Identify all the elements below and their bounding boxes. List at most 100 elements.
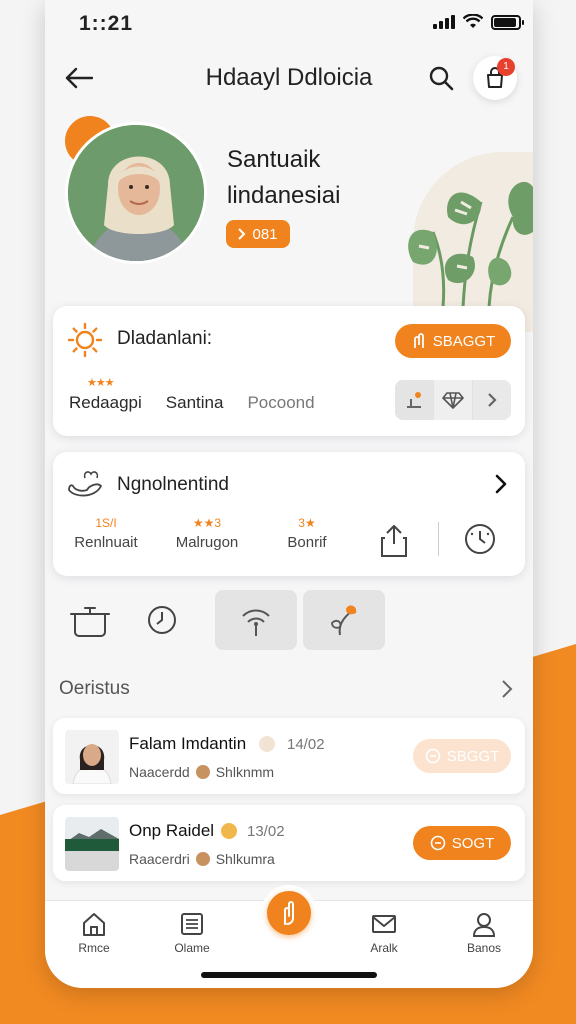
list-item-date: 14/02 [287, 736, 325, 753]
cupped-hands-icon [68, 471, 103, 497]
person-photo-icon [65, 730, 119, 784]
weather-card: Dladanlani: SBAGGT ★★★ Redaagpi Santina … [53, 306, 525, 436]
weather-stat-2: Santina [165, 393, 224, 412]
list-icon [181, 913, 203, 935]
list-item-meta-1: Naacerdd [129, 764, 190, 780]
list-item-action-label: SOGT [451, 834, 495, 852]
list-item-meta-2: Shlknmm [215, 764, 275, 780]
home-icon [83, 913, 105, 936]
activity-card[interactable]: Ngnolnentind 1S/I Renlnuait ★★3 Malrugon… [53, 452, 525, 576]
avatar[interactable] [65, 122, 207, 264]
hand-icon [284, 901, 294, 925]
weather-segment-control [395, 380, 511, 420]
tab-list[interactable]: Olame [157, 911, 227, 955]
segment-diamond[interactable] [434, 380, 473, 420]
list-item-thumbnail [65, 730, 119, 784]
coin-icon [195, 852, 210, 866]
chat-icon [425, 748, 441, 764]
list-item-date: 13/02 [247, 823, 285, 840]
tool-plant[interactable] [303, 590, 385, 650]
list-item-title: Falam Imdantin [129, 734, 247, 753]
timer-icon[interactable] [463, 522, 497, 556]
weather-stats: Redaagpi Santina Pocoond [69, 393, 315, 413]
list-item[interactable]: Onp Raidel 13/02 Raacerdri Shlkumra SOGT [53, 805, 525, 881]
page-title: Hdaayl Ddloicia [205, 64, 373, 91]
bottom-tab-bar: Rmce Olame Aralk Banos [45, 885, 533, 988]
activity-stat-2-label: Malrugon [175, 534, 239, 551]
activity-stat-3: 3★ Bonrif [279, 516, 335, 551]
chevron-right-icon [488, 393, 497, 407]
profile-photo-icon [68, 125, 204, 261]
center-action-button[interactable] [267, 891, 311, 935]
user-icon [472, 913, 496, 937]
chevron-right-icon [502, 680, 513, 698]
tool-clock[interactable] [121, 590, 203, 650]
divider [438, 522, 439, 556]
chevron-right-icon[interactable] [489, 472, 513, 496]
diamond-icon [442, 392, 464, 409]
activity-card-title: Ngnolnentind [117, 474, 229, 495]
status-dot [259, 736, 275, 752]
activity-stat-3-label: Bonrif [287, 534, 327, 551]
tab-home[interactable]: Rmce [59, 911, 129, 955]
monstera-plant-icon [408, 181, 533, 307]
signal-icon [433, 15, 455, 29]
wifi-icon [463, 14, 483, 28]
list-item[interactable]: Falam Imdantin 14/02 Naacerdd Shlknmm SB… [53, 718, 525, 794]
share-icon[interactable] [379, 524, 409, 558]
tab-mail[interactable]: Aralk [349, 911, 419, 955]
status-bar: 1::21 [45, 0, 533, 48]
segment-next[interactable] [473, 380, 511, 420]
search-button[interactable] [425, 62, 457, 94]
bag-button[interactable]: 1 [473, 56, 517, 100]
location-pin-icon [407, 392, 421, 408]
weather-action-button[interactable]: SBAGGT [395, 324, 511, 358]
tab-home-label: Rmce [78, 941, 110, 955]
list-item-meta: Raacerdri Shlkumra [129, 851, 275, 867]
tab-profile-label: Banos [466, 941, 502, 955]
coin-icon [195, 765, 210, 779]
profile-section: Santuaik lindanesiai 081 [45, 112, 533, 332]
profile-name-line1: Santuaik [227, 146, 321, 173]
tool-row [45, 590, 533, 652]
tool-wifi[interactable] [215, 590, 297, 650]
list-item-meta: Naacerdd Shlknmm [129, 764, 274, 780]
list-item-action-button[interactable]: SOGT [413, 826, 511, 860]
sprout-icon [331, 605, 357, 636]
list-item-thumbnail [65, 817, 119, 871]
wifi-icon [242, 609, 270, 636]
phone-screen: 1::21 Hdaayl Ddloicia 1 Santuaik lindane… [45, 0, 533, 988]
tab-profile[interactable]: Banos [449, 911, 519, 955]
tool-pot[interactable] [49, 590, 131, 650]
clock-icon [148, 606, 176, 634]
status-dot [221, 823, 237, 839]
list-item-meta-1: Raacerdri [129, 851, 190, 867]
list-item-title: Onp Raidel [129, 821, 215, 840]
landscape-photo-icon [65, 817, 119, 871]
weather-card-title: Dladanlani: [117, 328, 213, 349]
search-icon [429, 66, 454, 91]
profile-tag-label: 081 [252, 225, 278, 243]
cooking-pot-icon [70, 607, 110, 637]
section-header[interactable]: Oeristus [59, 678, 519, 706]
activity-stat-1-label: Renlnuait [74, 534, 138, 551]
weather-stat-3: Pocoond [247, 393, 315, 412]
mail-icon [372, 915, 396, 933]
list-item-action-label: SBGGT [446, 747, 500, 765]
profile-name-line2: lindanesiai [227, 182, 341, 209]
weather-action-label: SBAGGT [432, 332, 496, 350]
battery-icon [491, 14, 524, 30]
activity-stat-3-top: 3★ [298, 516, 316, 530]
segment-location[interactable] [395, 380, 434, 420]
cart-badge: 1 [497, 58, 515, 76]
activity-stat-1: 1S/I Renlnuait [73, 516, 139, 551]
section-title: Oeristus [59, 678, 130, 699]
sun-icon [67, 322, 103, 358]
activity-stat-2: ★★3 Malrugon [171, 516, 243, 551]
home-indicator [201, 972, 377, 978]
profile-tag-button[interactable]: 081 [226, 220, 290, 248]
hand-icon [413, 333, 424, 348]
activity-stat-1-top: 1S/I [95, 516, 117, 530]
chevron-right-icon [238, 228, 246, 240]
list-item-action-button[interactable]: SBGGT [413, 739, 511, 773]
